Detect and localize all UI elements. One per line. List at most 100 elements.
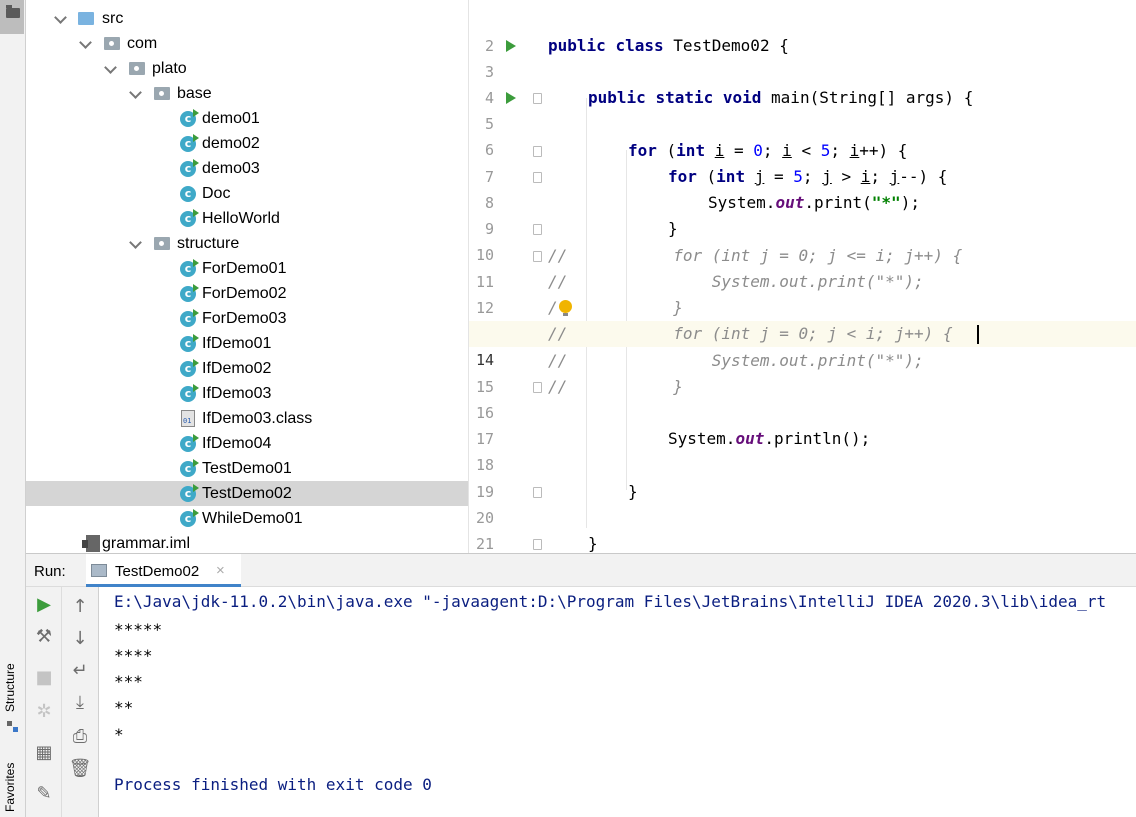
- tree-item-ifdemo04[interactable]: c IfDemo04: [26, 431, 468, 456]
- fold-icon[interactable]: [533, 224, 542, 235]
- tree-item-label: demo02: [202, 135, 260, 152]
- tree-item-label: Doc: [202, 185, 231, 202]
- console-line: ***: [114, 672, 143, 691]
- tree-item-label: plato: [152, 60, 187, 77]
- code-text: for (int j = 5; j > i; j--) {: [668, 167, 948, 186]
- tree-item-helloworld[interactable]: c HelloWorld: [26, 206, 468, 231]
- pin-icon[interactable]: ✎: [32, 782, 56, 806]
- tree-item-ifdemo03[interactable]: c IfDemo03: [26, 381, 468, 406]
- tree-item-label: IfDemo03: [202, 385, 272, 402]
- fold-icon[interactable]: [533, 382, 542, 393]
- structure-tool-tab[interactable]: Structure: [3, 663, 17, 712]
- source-folder-icon: [78, 12, 94, 25]
- tree-item-ifdemo01[interactable]: c IfDemo01: [26, 331, 468, 356]
- fold-icon[interactable]: [533, 146, 542, 157]
- tree-item-ifdemo02[interactable]: c IfDemo02: [26, 356, 468, 381]
- tree-item-label: IfDemo02: [202, 360, 272, 377]
- fold-icon[interactable]: [533, 251, 542, 262]
- tree-item-demo03[interactable]: c demo03: [26, 156, 468, 181]
- code-text: }: [628, 482, 638, 501]
- code-text: public static void main(String[] args) {: [588, 88, 974, 107]
- code-text: System.out.print("*");: [708, 193, 920, 212]
- code-line: 22 }: [469, 531, 1136, 553]
- arrow-down-icon[interactable]: ↓: [68, 627, 92, 651]
- structure-icon: [7, 718, 19, 732]
- tree-item-doc[interactable]: c Doc: [26, 181, 468, 206]
- tree-item-demo02[interactable]: c demo02: [26, 131, 468, 156]
- tree-item-label: demo01: [202, 110, 260, 127]
- console-icon: [91, 564, 107, 577]
- tree-item-label: TestDemo02: [202, 485, 292, 502]
- tree-item-label: IfDemo03.class: [202, 410, 313, 427]
- fold-icon[interactable]: [533, 93, 542, 104]
- run-class-icon[interactable]: [506, 40, 516, 52]
- package-icon: [104, 37, 120, 50]
- tree-item-grammar-iml[interactable]: grammar.iml: [26, 531, 468, 553]
- chevron-down-icon[interactable]: [79, 36, 92, 49]
- code-text: for (int i = 0; i < 5; i++) {: [628, 141, 908, 160]
- tree-item-label: ForDemo02: [202, 285, 287, 302]
- console-line: *: [114, 725, 124, 744]
- soft-wrap-icon[interactable]: ↵: [68, 659, 92, 683]
- fold-icon[interactable]: [533, 539, 542, 550]
- java-class-icon: c: [180, 109, 199, 127]
- code-line: 12 // System.out.print("*");: [469, 269, 1136, 317]
- print-icon[interactable]: ⎙: [68, 725, 92, 749]
- tree-item-fordemo02[interactable]: c ForDemo02: [26, 281, 468, 306]
- run-tab-testdemo02[interactable]: TestDemo02 ×: [86, 554, 241, 587]
- run-console[interactable]: E:\Java\jdk-11.0.2\bin\java.exe "-javaag…: [99, 587, 1136, 817]
- tree-item-label: grammar.iml: [102, 535, 191, 552]
- code-text: System.out.println();: [668, 429, 871, 448]
- chevron-down-icon[interactable]: [54, 11, 67, 24]
- arrow-up-icon[interactable]: ↑: [68, 595, 92, 619]
- fold-icon[interactable]: [533, 172, 542, 183]
- wrench-icon[interactable]: ⚒: [32, 625, 56, 649]
- code-line: 9 System.out.print("*");: [469, 190, 1136, 238]
- project-tool-window-icon[interactable]: [0, 0, 24, 34]
- run-panel-label: Run:: [34, 563, 66, 580]
- package-icon: [154, 87, 170, 100]
- code-editor[interactable]: 2 3 public class TestDemo02 { 4 5 public…: [468, 0, 1136, 553]
- rerun-icon[interactable]: ▶: [32, 593, 56, 617]
- layout-icon[interactable]: ▦: [32, 741, 56, 765]
- tree-item-src[interactable]: src: [26, 6, 468, 31]
- tree-item-com[interactable]: com: [26, 31, 468, 56]
- code-line: 4: [469, 59, 1136, 107]
- lightbulb-icon[interactable]: [559, 300, 572, 316]
- favorites-tool-tab[interactable]: Favorites: [3, 763, 17, 812]
- java-class-icon: c: [180, 459, 199, 477]
- tree-item-fordemo03[interactable]: c ForDemo03: [26, 306, 468, 331]
- console-line-command: E:\Java\jdk-11.0.2\bin\java.exe "-javaag…: [114, 592, 1107, 611]
- code-line: 2: [469, 7, 1136, 55]
- tree-item-plato[interactable]: plato: [26, 56, 468, 81]
- fold-icon[interactable]: [533, 487, 542, 498]
- tree-item-demo01[interactable]: c demo01: [26, 106, 468, 131]
- code-text: }: [668, 219, 678, 238]
- tree-item-fordemo01[interactable]: c ForDemo01: [26, 256, 468, 281]
- code-text: }: [588, 534, 598, 553]
- tree-item-testdemo02[interactable]: c TestDemo02: [26, 481, 468, 506]
- chevron-down-icon[interactable]: [129, 86, 142, 99]
- debug-settings-icon[interactable]: ✲: [32, 700, 56, 724]
- tree-item-base[interactable]: base: [26, 81, 468, 106]
- tree-item-ifdemo03-class[interactable]: 01 IfDemo03.class: [26, 406, 468, 431]
- package-icon: [154, 237, 170, 250]
- binary-file-icon: 01: [181, 410, 195, 427]
- tree-item-testdemo01[interactable]: c TestDemo01: [26, 456, 468, 481]
- run-method-icon[interactable]: [506, 92, 516, 104]
- scroll-to-end-icon[interactable]: ⤓: [68, 691, 92, 715]
- console-line-exit: Process finished with exit code 0: [114, 775, 432, 794]
- java-class-icon: c: [180, 484, 199, 502]
- code-text: public class TestDemo02 {: [548, 36, 789, 55]
- tree-item-label: ForDemo03: [202, 310, 287, 327]
- tree-item-structure[interactable]: structure: [26, 231, 468, 256]
- stop-icon[interactable]: ■: [32, 666, 56, 690]
- chevron-down-icon[interactable]: [104, 61, 117, 74]
- close-icon[interactable]: ×: [216, 562, 225, 579]
- tree-item-label: TestDemo01: [202, 460, 292, 477]
- tree-item-whiledemo01[interactable]: c WhileDemo01: [26, 506, 468, 531]
- trash-icon[interactable]: 🗑: [68, 757, 92, 781]
- tree-item-label: WhileDemo01: [202, 510, 303, 527]
- chevron-down-icon[interactable]: [129, 236, 142, 249]
- tree-item-label: com: [127, 35, 158, 52]
